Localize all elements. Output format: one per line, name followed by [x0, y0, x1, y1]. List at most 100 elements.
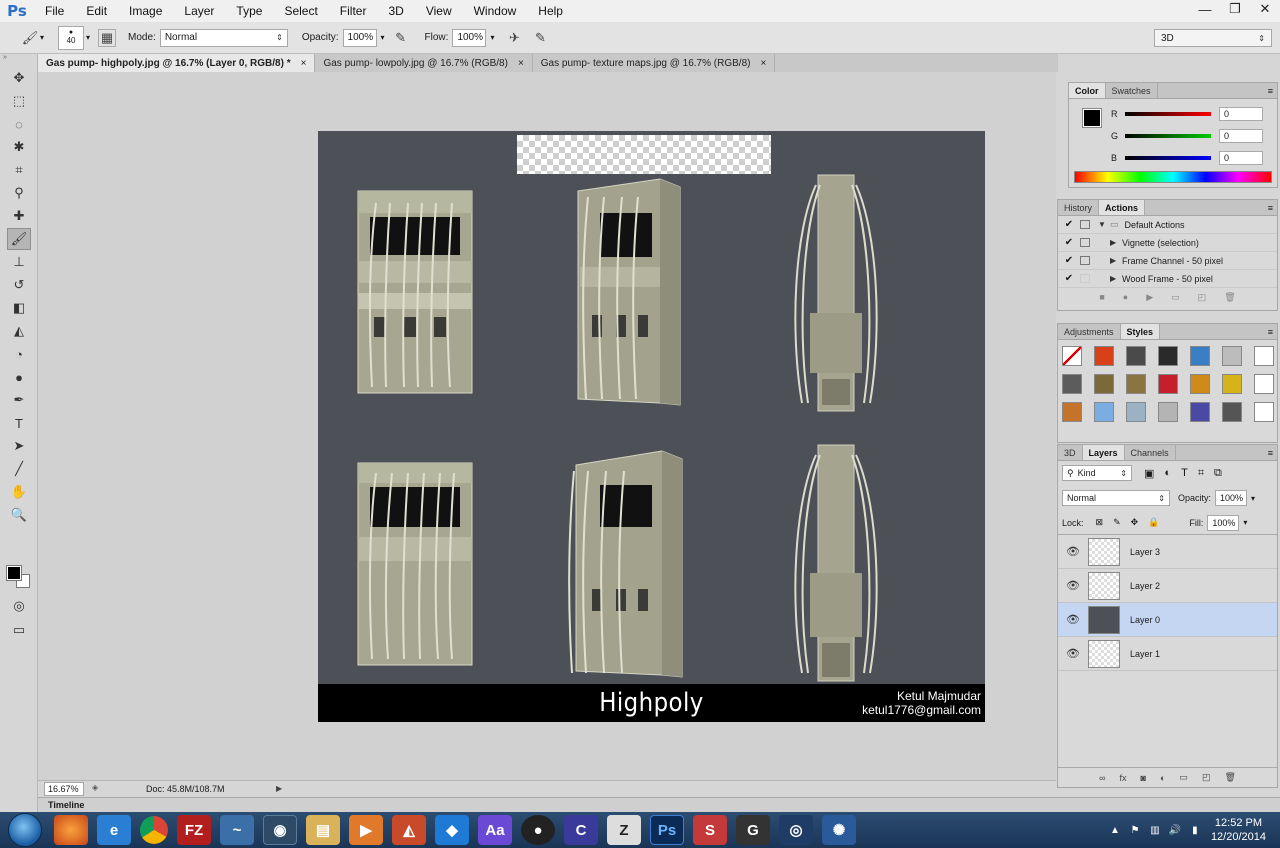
color-fg-swatch[interactable]: [1082, 108, 1102, 128]
new-adjustment-icon[interactable]: ◐: [1160, 773, 1165, 783]
style-swatch[interactable]: [1158, 346, 1178, 366]
quick-select-tool-icon[interactable]: ✱: [7, 136, 31, 158]
lock-transparency-icon[interactable]: ⊠: [1096, 517, 1104, 528]
status-menu-arrow-icon[interactable]: ▶: [276, 784, 282, 793]
eyedropper-tool-icon[interactable]: ⚲: [7, 182, 31, 204]
style-swatch[interactable]: [1126, 374, 1146, 394]
tab-color[interactable]: Color: [1069, 83, 1106, 98]
layer-blend-mode-select[interactable]: Normal ⇕: [1062, 490, 1170, 506]
new-action-icon[interactable]: ◰: [1198, 292, 1207, 303]
close-button[interactable]: ✕: [1250, 0, 1280, 18]
layer-opacity-input[interactable]: 100%: [1215, 490, 1248, 506]
action-row[interactable]: ✔ ▶ Frame Channel - 50 pixel: [1058, 252, 1277, 270]
menu-help[interactable]: Help: [527, 0, 574, 22]
dodge-tool-icon[interactable]: ●: [7, 366, 31, 388]
crop-tool-icon[interactable]: ⌗: [7, 159, 31, 181]
layer-row[interactable]: 👁 Layer 2: [1058, 569, 1277, 603]
opacity-dropdown-icon[interactable]: ▾: [381, 33, 385, 42]
internet-explorer-icon[interactable]: e: [97, 815, 131, 845]
style-swatch[interactable]: [1126, 346, 1146, 366]
check-icon[interactable]: ✔: [1058, 255, 1080, 266]
brush-size-picker[interactable]: ● 40: [58, 25, 85, 50]
style-swatch[interactable]: [1062, 402, 1082, 422]
style-swatch[interactable]: [1094, 374, 1114, 394]
green-slider[interactable]: [1125, 134, 1211, 138]
doc-tab-texture-maps[interactable]: Gas pump- texture maps.jpg @ 16.7% (RGB/…: [533, 54, 776, 72]
new-group-icon[interactable]: ▭: [1179, 772, 1188, 783]
style-swatch[interactable]: [1094, 402, 1114, 422]
chrome-icon[interactable]: [140, 816, 168, 844]
history-brush-tool-icon[interactable]: ↺: [7, 274, 31, 296]
timeline-panel-tab[interactable]: Timeline: [38, 797, 1280, 812]
substance-icon[interactable]: S: [693, 815, 727, 845]
zoom-level-input[interactable]: 16.67%: [44, 781, 84, 796]
layer-opacity-dropdown-icon[interactable]: ▾: [1251, 494, 1255, 503]
restore-button[interactable]: ❐: [1220, 0, 1250, 18]
eraser-tool-icon[interactable]: ◧: [7, 297, 31, 319]
blur-tool-icon[interactable]: ◔: [7, 343, 31, 365]
new-layer-icon[interactable]: ◰: [1202, 772, 1211, 783]
panel-menu-icon[interactable]: ≡: [1268, 324, 1277, 339]
filter-type-icon[interactable]: T: [1181, 467, 1188, 479]
explorer-folder-icon[interactable]: ▤: [306, 815, 340, 845]
zbrush-icon[interactable]: Z: [607, 815, 641, 845]
type-tool-icon[interactable]: T: [7, 412, 31, 434]
menu-file[interactable]: File: [34, 0, 75, 22]
check-icon[interactable]: ✔: [1058, 219, 1080, 230]
dropbox-icon[interactable]: ◆: [435, 815, 469, 845]
style-swatch[interactable]: [1254, 402, 1274, 422]
app-swirl-icon[interactable]: ~: [220, 815, 254, 845]
filter-shape-icon[interactable]: ⌗: [1198, 467, 1204, 480]
action-row[interactable]: ✔ ▶ Wood Frame - 50 pixel: [1058, 270, 1277, 288]
lock-all-icon[interactable]: 🔒: [1148, 517, 1159, 528]
lock-position-icon[interactable]: ✥: [1131, 517, 1139, 528]
layer-row[interactable]: 👁 Layer 0: [1058, 603, 1277, 637]
pen-tool-icon[interactable]: ✒: [7, 389, 31, 411]
style-swatch[interactable]: [1062, 346, 1082, 366]
dialog-toggle-icon[interactable]: [1080, 220, 1090, 229]
style-swatch[interactable]: [1158, 402, 1178, 422]
tab-3d[interactable]: 3D: [1058, 445, 1083, 460]
expand-right-icon[interactable]: ▶: [1110, 274, 1122, 283]
filter-pixel-icon[interactable]: ▣: [1144, 467, 1154, 480]
layer-fill-input[interactable]: 100%: [1207, 514, 1240, 531]
brush-tool-preset-icon[interactable]: 🖌: [20, 28, 40, 48]
record-icon[interactable]: ●: [1123, 292, 1128, 303]
brush-panel-toggle-icon[interactable]: ▦: [98, 28, 117, 47]
pressure-opacity-icon[interactable]: ✎: [391, 28, 411, 48]
flow-dropdown-icon[interactable]: ▾: [490, 33, 494, 42]
menu-type[interactable]: Type: [225, 0, 273, 22]
app-aperture-icon[interactable]: ✺: [822, 815, 856, 845]
tab-adjustments[interactable]: Adjustments: [1058, 324, 1121, 339]
link-layers-icon[interactable]: ∞: [1099, 773, 1105, 783]
style-swatch[interactable]: [1126, 402, 1146, 422]
visibility-eye-icon[interactable]: 👁: [1058, 613, 1088, 626]
tab-history[interactable]: History: [1058, 200, 1100, 215]
color-spectrum-ramp[interactable]: [1074, 171, 1272, 183]
quick-mask-icon[interactable]: ◎: [7, 595, 31, 617]
action-set-row[interactable]: ✔ ▼ ▭ Default Actions: [1058, 216, 1277, 234]
status-export-icon[interactable]: ◈: [92, 783, 106, 795]
doc-tab-lowpoly[interactable]: Gas pump- lowpoly.jpg @ 16.7% (RGB/8) ×: [315, 54, 533, 72]
tab-layers[interactable]: Layers: [1082, 445, 1125, 460]
layer-fill-dropdown-icon[interactable]: ▾: [1243, 518, 1247, 527]
app-unity-icon[interactable]: ◭: [392, 815, 426, 845]
menu-view[interactable]: View: [415, 0, 463, 22]
paint-bucket-tool-icon[interactable]: ◭: [7, 320, 31, 342]
app-purple-icon[interactable]: Aa: [478, 815, 512, 845]
network-icon[interactable]: ▥: [1145, 825, 1165, 836]
minimize-button[interactable]: —: [1190, 0, 1220, 18]
hand-tool-icon[interactable]: ✋: [7, 481, 31, 503]
expand-right-icon[interactable]: ▶: [1110, 256, 1122, 265]
layer-row[interactable]: 👁 Layer 1: [1058, 637, 1277, 671]
style-swatch[interactable]: [1254, 374, 1274, 394]
red-slider[interactable]: [1125, 112, 1211, 116]
tab-swatches[interactable]: Swatches: [1106, 83, 1158, 98]
dialog-toggle-icon[interactable]: [1080, 256, 1090, 265]
foreground-color-swatch[interactable]: [6, 565, 22, 581]
screen-mode-icon[interactable]: ▭: [7, 619, 31, 641]
visibility-eye-icon[interactable]: 👁: [1058, 647, 1088, 660]
dialog-toggle-icon[interactable]: [1080, 238, 1090, 247]
blue-slider[interactable]: [1125, 156, 1211, 160]
red-value-input[interactable]: 0: [1219, 107, 1263, 121]
